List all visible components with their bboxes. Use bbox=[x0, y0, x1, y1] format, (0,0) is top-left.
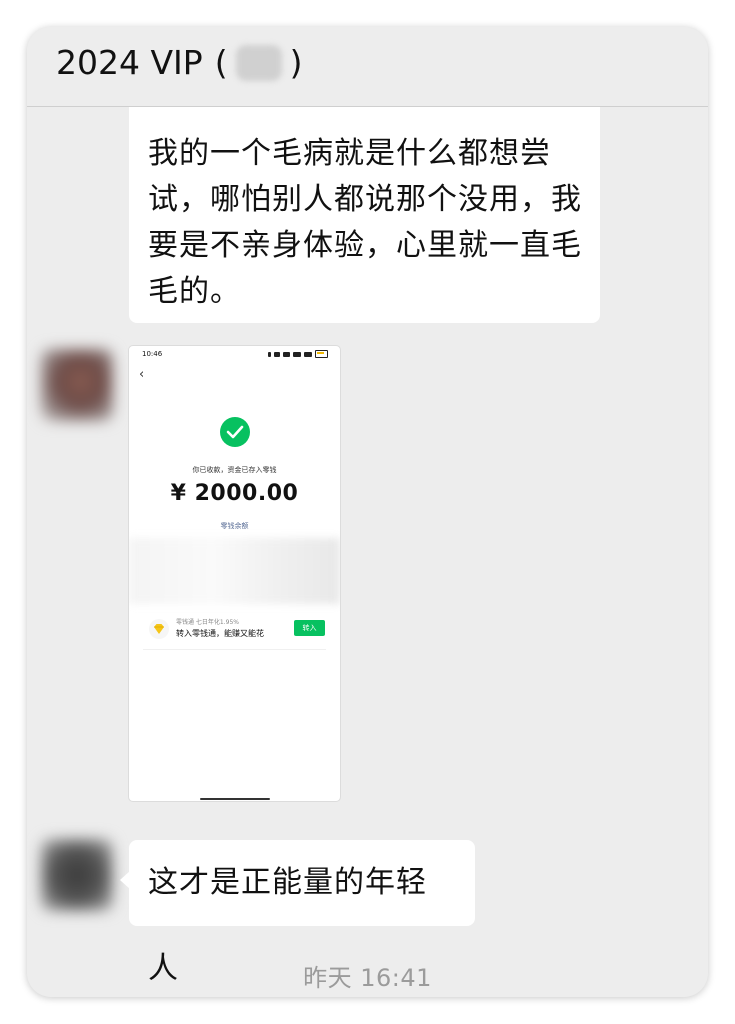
hd-icon bbox=[283, 351, 290, 357]
chat-screenshot-card: 2024 VIP ( ) 我的一个毛病就是什么都想尝试，哪怕别人都说那个没用，我… bbox=[27, 27, 708, 997]
chat-title-paren-open: ( bbox=[214, 43, 228, 82]
balance-link: 零钱余额 bbox=[220, 522, 249, 530]
wifi-icon bbox=[274, 351, 280, 357]
avatar[interactable] bbox=[41, 349, 113, 421]
chat-title-paren-close: ) bbox=[289, 43, 303, 82]
success-check-icon bbox=[220, 417, 250, 447]
chat-title-text: 2024 VIP bbox=[56, 43, 203, 82]
message-text: 我的一个毛病就是什么都想尝试，哪怕别人都说那个没用，我要是不亲身体验，心里就一直… bbox=[148, 136, 582, 309]
status-bar-time: 10:46 bbox=[142, 350, 163, 358]
nfc-icon bbox=[268, 351, 271, 357]
home-indicator bbox=[200, 798, 270, 800]
lingqiantong-promo-row: 零钱通 七日年化1.95% 转入零钱通，能赚又能花 转入 bbox=[143, 613, 326, 650]
transfer-in-button: 转入 bbox=[294, 620, 325, 636]
payment-amount: ¥ 2000.00 bbox=[170, 481, 299, 506]
message-timestamp: 昨天 16:41 bbox=[303, 964, 432, 992]
blurred-region bbox=[129, 538, 340, 604]
lingqiantong-rate-text: 零钱通 七日年化1.95% bbox=[176, 619, 239, 626]
status-bar-icons bbox=[268, 350, 328, 358]
message-bubble[interactable]: 我的一个毛病就是什么都想尝试，哪怕别人都说那个没用，我要是不亲身体验，心里就一直… bbox=[129, 107, 600, 323]
avatar[interactable] bbox=[41, 839, 113, 911]
diamond-icon bbox=[149, 619, 169, 639]
signal-icon bbox=[293, 351, 301, 357]
battery-icon bbox=[315, 350, 328, 358]
message-bubble[interactable]: 这才是正能量的年轻人 bbox=[120, 840, 475, 986]
chat-header: 2024 VIP ( ) bbox=[27, 27, 708, 107]
chat-title: 2024 VIP ( ) bbox=[56, 41, 302, 85]
back-chevron-icon: ‹ bbox=[139, 367, 145, 382]
blurred-member-count bbox=[235, 45, 282, 81]
payment-received-text: 你已收款，资金已存入零钱 bbox=[192, 466, 277, 474]
signal-icon bbox=[304, 351, 312, 357]
image-message-payment-screenshot[interactable]: 10:46 ‹ 你已收款，资金已存入零钱 ¥ 2000.00 零钱余额 零钱通 … bbox=[128, 345, 341, 802]
lingqiantong-title: 转入零钱通，能赚又能花 bbox=[176, 629, 264, 638]
